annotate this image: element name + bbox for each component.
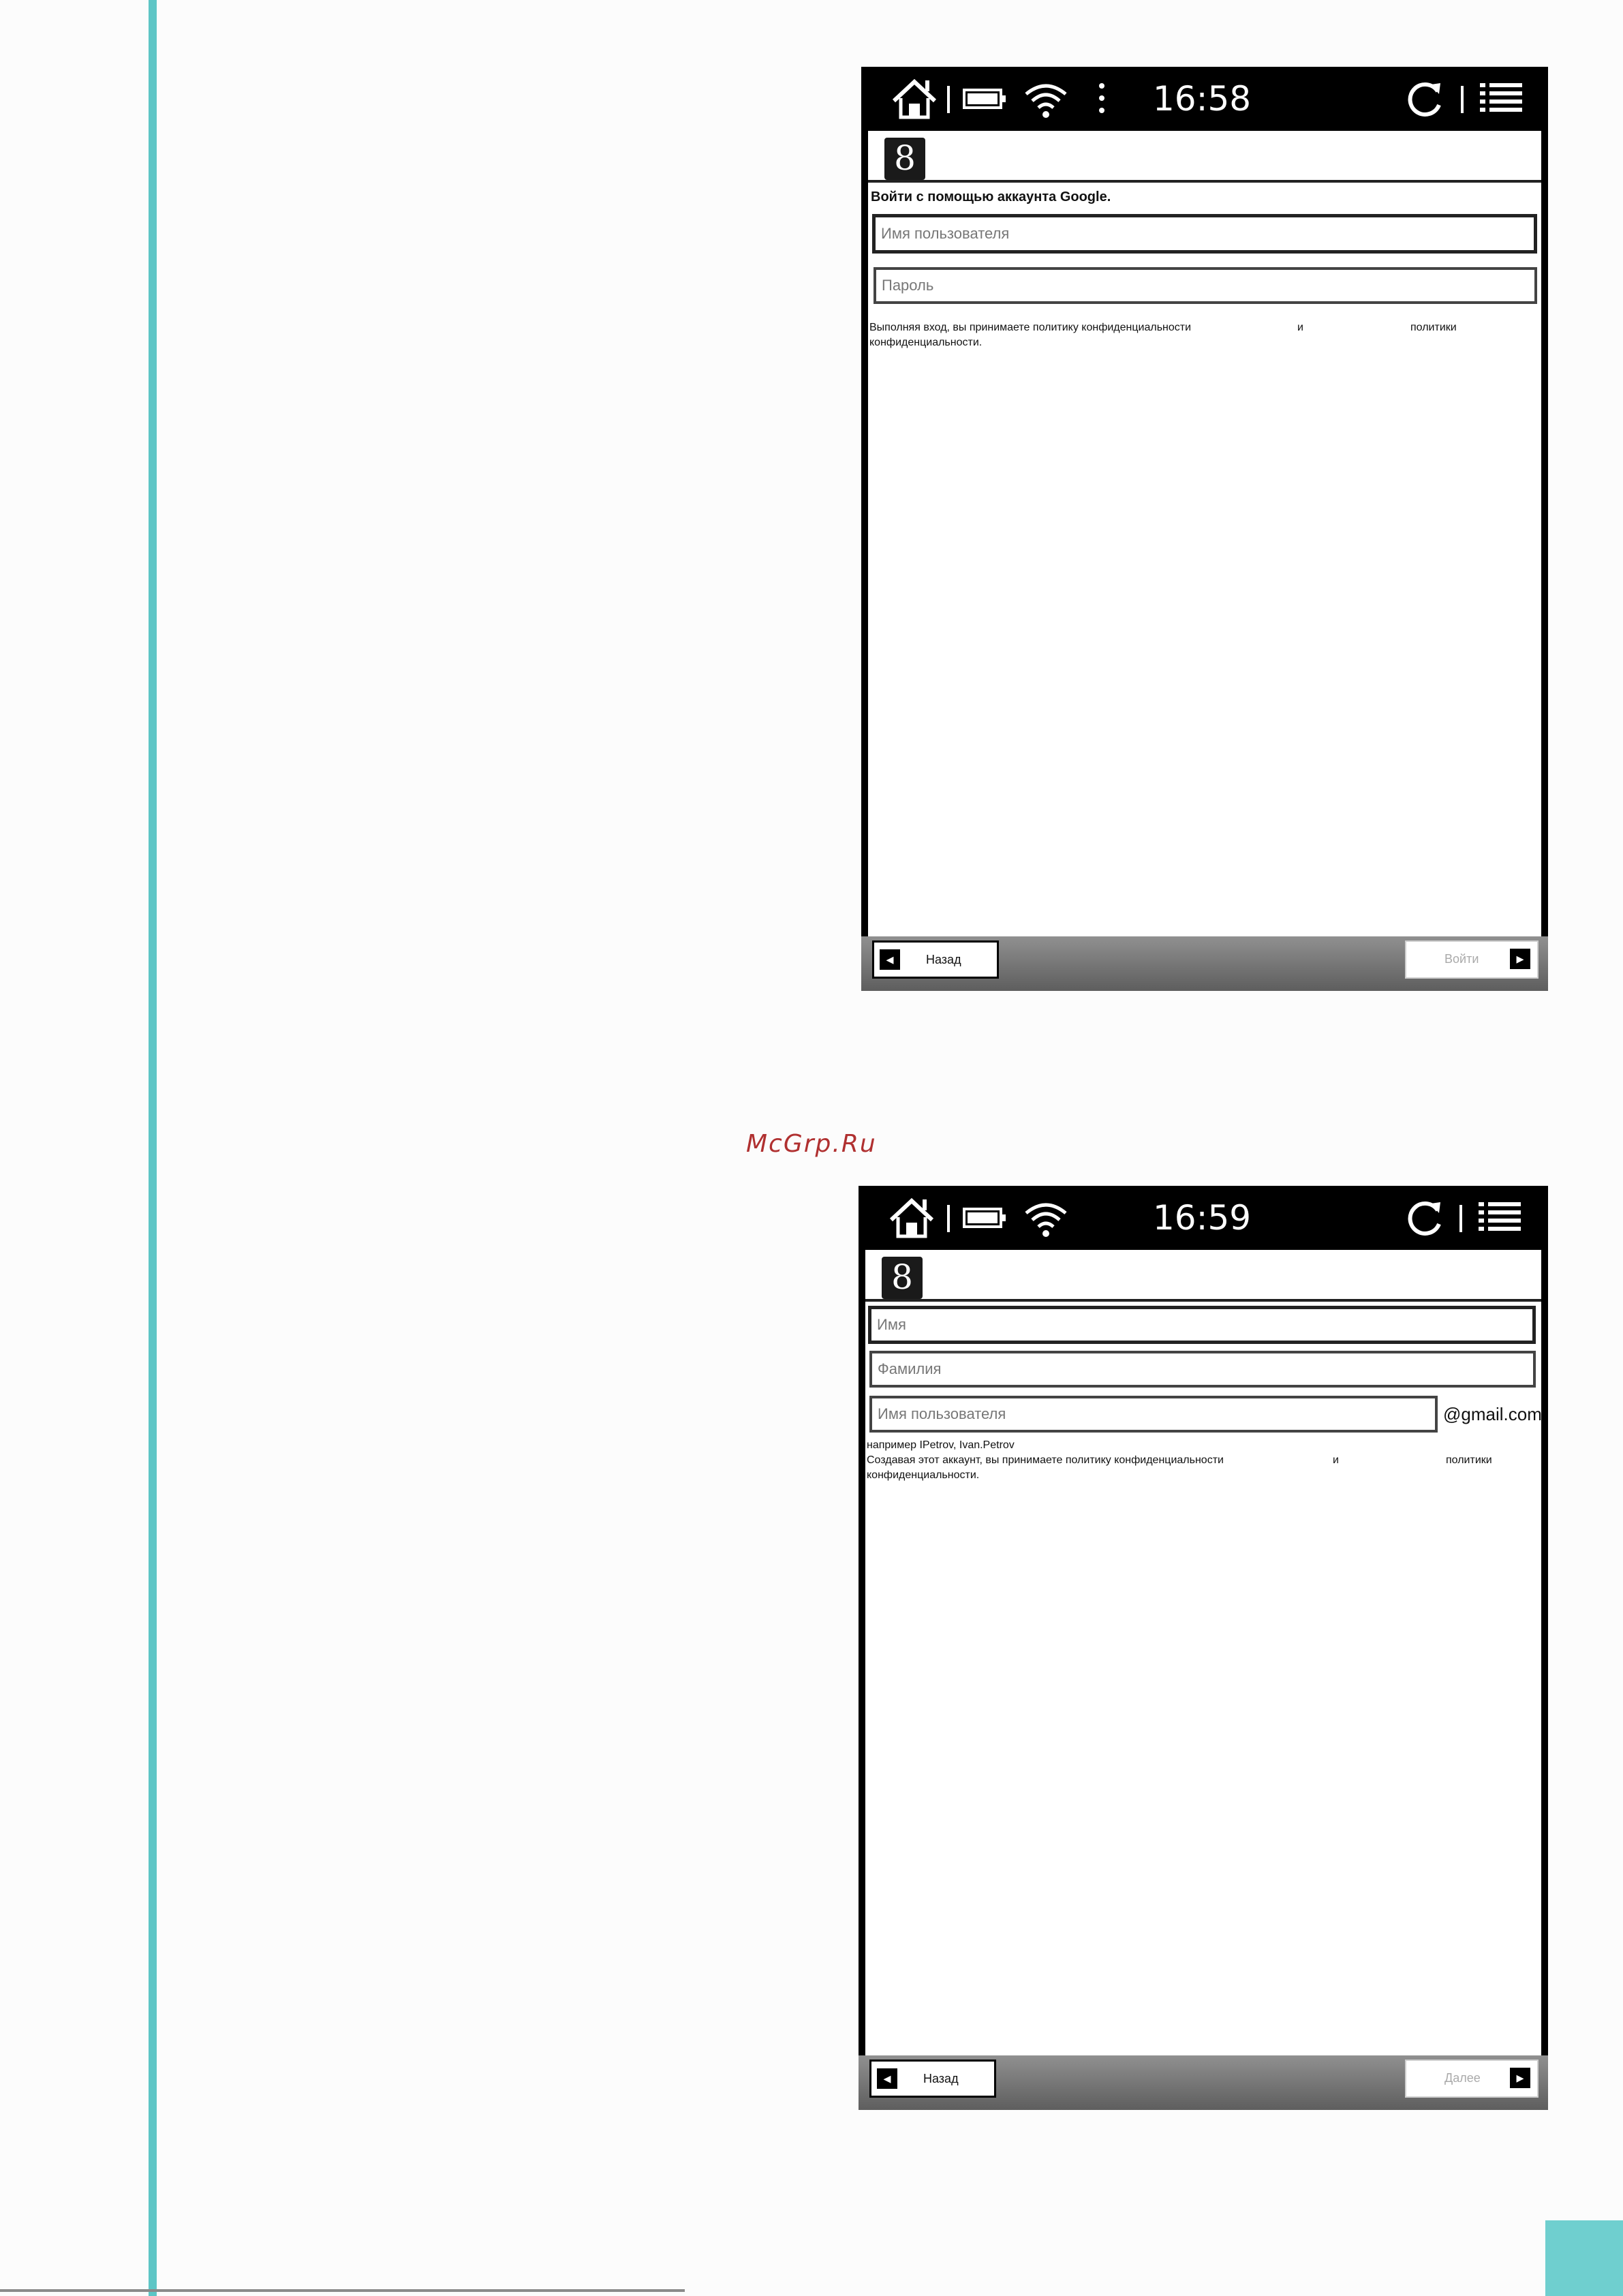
arrow-left-icon: ◂	[877, 2068, 897, 2089]
divider	[1461, 86, 1464, 113]
arrow-left-icon: ◂	[880, 949, 900, 970]
terms-text-line2: конфиденциальности.	[867, 1469, 980, 1481]
login-heading: Войти с помощью аккаунта Google.	[871, 189, 1111, 204]
arrow-right-icon: ▸	[1510, 949, 1530, 969]
back-button[interactable]: ◂ Назад	[869, 2060, 996, 2098]
home-icon[interactable]	[887, 1195, 936, 1240]
terms-text: Выполняя вход, вы принимаете политику ко…	[869, 322, 1192, 333]
device-screen-create-account: 16:59 8 Имя Фамилия Имя пользователя @gm…	[859, 1186, 1548, 2110]
clock: 16:58	[1153, 79, 1252, 119]
username-field[interactable]: Имя пользователя	[869, 1396, 1438, 1433]
sign-in-button[interactable]: Войти ▸	[1405, 940, 1539, 979]
sync-icon[interactable]	[1402, 1195, 1446, 1240]
corner-page-tab	[1545, 2220, 1623, 2296]
status-bar: 16:59	[859, 1186, 1548, 1250]
terms-text-line2: конфиденциальности.	[869, 337, 983, 348]
create-account-content: 8 Имя Фамилия Имя пользователя @gmail.co…	[865, 1250, 1542, 2055]
username-example: например IPetrov, Ivan.Petrov	[867, 1439, 1015, 1451]
terms-text: Создавая этот аккаунт, вы принимаете пол…	[867, 1454, 1224, 1466]
domain-suffix: @gmail.com	[1443, 1404, 1542, 1424]
home-icon[interactable]	[890, 76, 939, 121]
watermark: McGrp.Ru	[746, 1130, 877, 1158]
google-logo: 8	[884, 138, 925, 180]
google-logo: 8	[882, 1257, 923, 1299]
policy-link[interactable]: политики	[1410, 320, 1457, 335]
wifi-icon	[1022, 76, 1070, 121]
back-label: Назад	[926, 953, 961, 966]
more-vert-icon[interactable]	[1096, 76, 1108, 121]
back-label: Назад	[923, 2072, 959, 2085]
menu-list-icon[interactable]	[1476, 1195, 1524, 1240]
divider	[947, 1205, 950, 1232]
username-field[interactable]: Имя пользователя	[872, 214, 1537, 254]
wifi-icon	[1022, 1195, 1070, 1240]
divider	[1459, 1205, 1462, 1232]
login-content: 8 Войти с помощью аккаунта Google. Имя п…	[868, 131, 1541, 936]
back-button[interactable]: ◂ Назад	[872, 940, 999, 979]
first-name-field[interactable]: Имя	[868, 1306, 1536, 1344]
bottom-rule	[0, 2289, 685, 2292]
terms-and: и	[1297, 322, 1303, 333]
accent-bar	[149, 0, 157, 2296]
sync-icon[interactable]	[1402, 76, 1446, 121]
battery-icon	[962, 1195, 1007, 1240]
password-field[interactable]: Пароль	[874, 267, 1537, 304]
device-screen-login: 16:58 8 Войти с помощью аккаунта Google.…	[861, 67, 1548, 991]
sign-in-label: Войти	[1444, 952, 1479, 966]
app-bar: 8	[865, 1250, 1541, 1302]
bottom-nav: ◂ Назад Войти ▸	[861, 936, 1548, 991]
battery-icon	[962, 76, 1007, 121]
next-label: Далее	[1444, 2071, 1481, 2085]
bottom-nav: ◂ Назад Далее ▸	[859, 2055, 1548, 2110]
last-name-field[interactable]: Фамилия	[869, 1351, 1536, 1388]
next-button[interactable]: Далее ▸	[1405, 2060, 1539, 2098]
terms-and: и	[1333, 1454, 1339, 1466]
arrow-right-icon: ▸	[1510, 2068, 1530, 2088]
app-bar: 8	[868, 131, 1541, 183]
divider	[947, 86, 950, 113]
clock: 16:59	[1153, 1198, 1252, 1238]
policy-link[interactable]: политики	[1446, 1453, 1492, 1468]
menu-list-icon[interactable]	[1477, 76, 1525, 121]
status-bar: 16:58	[861, 67, 1548, 131]
